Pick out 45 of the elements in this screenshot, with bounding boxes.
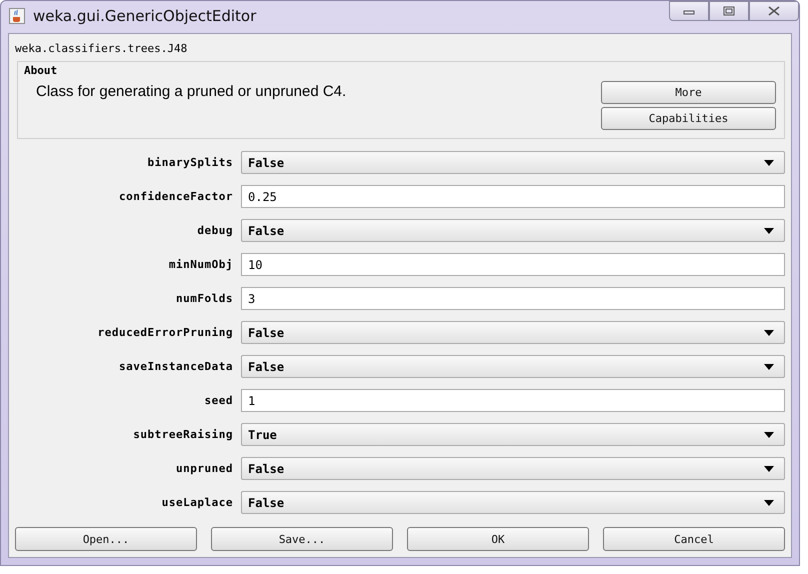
- dropdown[interactable]: False: [241, 219, 785, 242]
- caret-icon: [764, 330, 774, 336]
- minimize-button[interactable]: [669, 1, 709, 21]
- property-label: seed: [204, 394, 233, 407]
- maximize-icon: [723, 6, 735, 16]
- dropdown[interactable]: False: [241, 321, 785, 344]
- dropdown[interactable]: False: [241, 355, 785, 378]
- dropdown[interactable]: False: [241, 457, 785, 480]
- dialog-button[interactable]: Cancel: [603, 527, 785, 551]
- input-field[interactable]: 10: [241, 253, 785, 276]
- property-label: unpruned: [175, 462, 233, 475]
- description-text: Class for generating a pruned or unpruned C4.: [35, 82, 346, 102]
- caret-icon: [764, 228, 774, 234]
- dialog-button[interactable]: Open...: [15, 527, 197, 551]
- close-icon: [768, 6, 780, 16]
- input-field[interactable]: 1: [241, 389, 785, 412]
- property-label: saveInstanceData: [118, 360, 233, 373]
- property-label: reducedErrorPruning: [96, 326, 233, 339]
- dropdown[interactable]: False: [241, 491, 785, 514]
- property-label: debug: [196, 224, 233, 237]
- property-label: confidenceFactor: [118, 190, 233, 203]
- caret-icon: [764, 364, 774, 370]
- dialog-button[interactable]: OK: [407, 527, 589, 551]
- class-name: weka.classifiers.trees.J48: [15, 42, 188, 55]
- property-label: minNumObj: [168, 258, 233, 271]
- about-button[interactable]: Capabilities: [601, 107, 776, 130]
- about-button[interactable]: More: [601, 81, 776, 104]
- window-title: weka.gui.GenericObjectEditor: [33, 7, 256, 25]
- caret-icon: [764, 466, 774, 472]
- property-label: binarySplits: [146, 156, 233, 169]
- caret-icon: [764, 500, 774, 506]
- close-button[interactable]: [749, 1, 799, 21]
- input-field[interactable]: 3: [241, 287, 785, 310]
- group-heading: About: [24, 64, 58, 77]
- dialog-button[interactable]: Save...: [211, 527, 393, 551]
- input-field[interactable]: 0.25: [241, 185, 785, 208]
- coffee-cup-icon: [9, 8, 25, 24]
- dropdown[interactable]: True: [241, 423, 785, 446]
- property-label: numFolds: [175, 292, 233, 305]
- caret-icon: [764, 160, 774, 166]
- maximize-button[interactable]: [709, 1, 749, 21]
- property-label: subtreeRaising: [132, 428, 233, 441]
- caret-icon: [764, 432, 774, 438]
- property-label: useLaplace: [160, 496, 233, 509]
- dropdown[interactable]: False: [241, 151, 785, 174]
